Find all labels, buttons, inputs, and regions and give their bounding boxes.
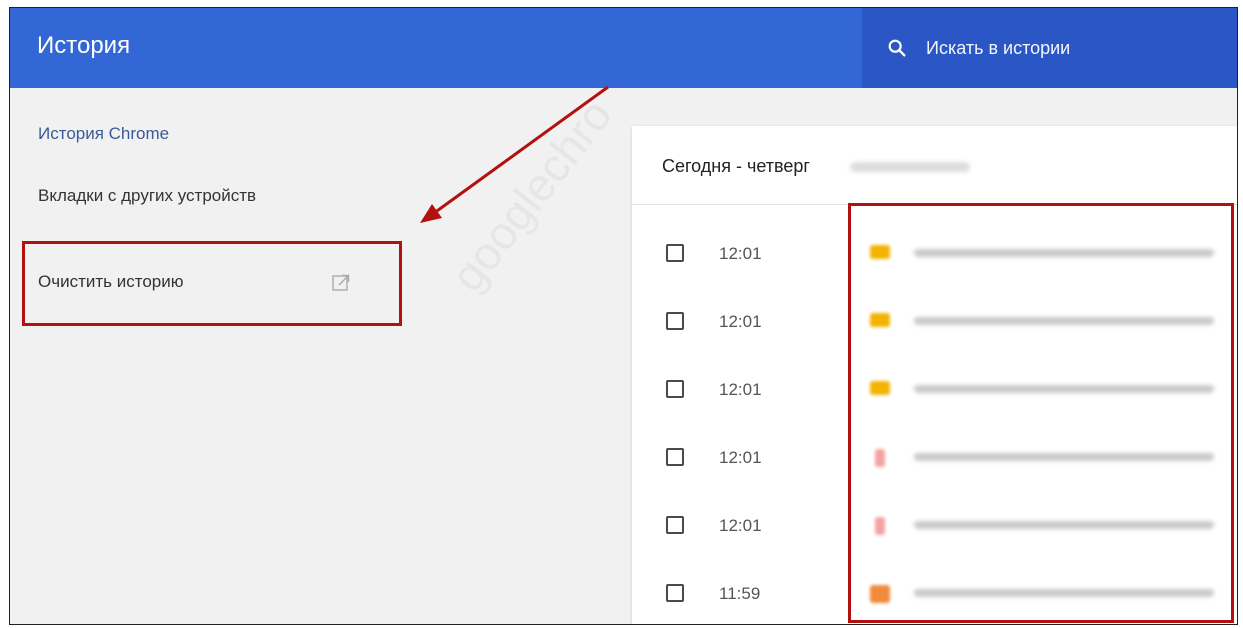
row-time: 12:01 bbox=[719, 516, 762, 535]
site-favicon-icon bbox=[875, 517, 885, 535]
date-label: Сегодня - четверг bbox=[662, 156, 810, 176]
blurred-url-link[interactable] bbox=[914, 453, 1214, 461]
sidebar-item-other-devices[interactable]: Вкладки с других устройств bbox=[38, 186, 256, 206]
history-row[interactable]: 12:01 bbox=[632, 286, 1237, 354]
row-time: 12:01 bbox=[719, 312, 762, 331]
row-time: 11:59 bbox=[719, 584, 761, 603]
blurred-url-link[interactable] bbox=[914, 385, 1214, 393]
row-time: 12:01 bbox=[719, 244, 762, 263]
blurred-url-link[interactable] bbox=[914, 521, 1214, 529]
history-row[interactable]: 11:59 bbox=[632, 558, 1237, 624]
row-checkbox[interactable] bbox=[666, 516, 684, 534]
search-icon[interactable] bbox=[886, 37, 908, 59]
page-title: История bbox=[37, 32, 131, 59]
site-favicon-icon bbox=[875, 449, 885, 467]
site-favicon-icon bbox=[870, 313, 890, 327]
history-page: История История Chrome Вкладки с других … bbox=[9, 7, 1238, 625]
history-row[interactable]: 12:01 bbox=[632, 218, 1237, 286]
row-checkbox[interactable] bbox=[666, 448, 684, 466]
search-box[interactable] bbox=[862, 8, 1237, 88]
sidebar-item-chrome-history[interactable]: История Chrome bbox=[38, 124, 169, 144]
site-favicon-icon bbox=[870, 585, 890, 603]
row-checkbox[interactable] bbox=[666, 380, 684, 398]
history-row[interactable]: 12:01 bbox=[632, 354, 1237, 422]
blurred-url-link[interactable] bbox=[914, 589, 1214, 597]
blurred-date bbox=[850, 162, 970, 172]
row-checkbox[interactable] bbox=[666, 244, 684, 262]
history-row[interactable]: 12:01 bbox=[632, 490, 1237, 558]
top-app-bar: История bbox=[10, 8, 1237, 88]
history-card: Сегодня - четверг 12:01 12:01 12:01 12:0… bbox=[632, 126, 1237, 624]
row-time: 12:01 bbox=[719, 380, 762, 399]
row-checkbox[interactable] bbox=[666, 584, 684, 602]
sidebar-item-clear-history[interactable]: Очистить историю bbox=[38, 272, 183, 292]
open-in-new-icon bbox=[332, 274, 350, 291]
site-favicon-icon bbox=[870, 245, 890, 259]
history-row[interactable]: 12:01 bbox=[632, 422, 1237, 490]
history-date-header: Сегодня - четверг bbox=[632, 126, 1237, 205]
blurred-url-link[interactable] bbox=[914, 317, 1214, 325]
site-favicon-icon bbox=[870, 381, 890, 395]
blurred-url-link[interactable] bbox=[914, 249, 1214, 257]
search-input[interactable] bbox=[924, 36, 1228, 60]
watermark: googlechro bbox=[440, 89, 622, 301]
row-time: 12:01 bbox=[719, 448, 762, 467]
row-checkbox[interactable] bbox=[666, 312, 684, 330]
